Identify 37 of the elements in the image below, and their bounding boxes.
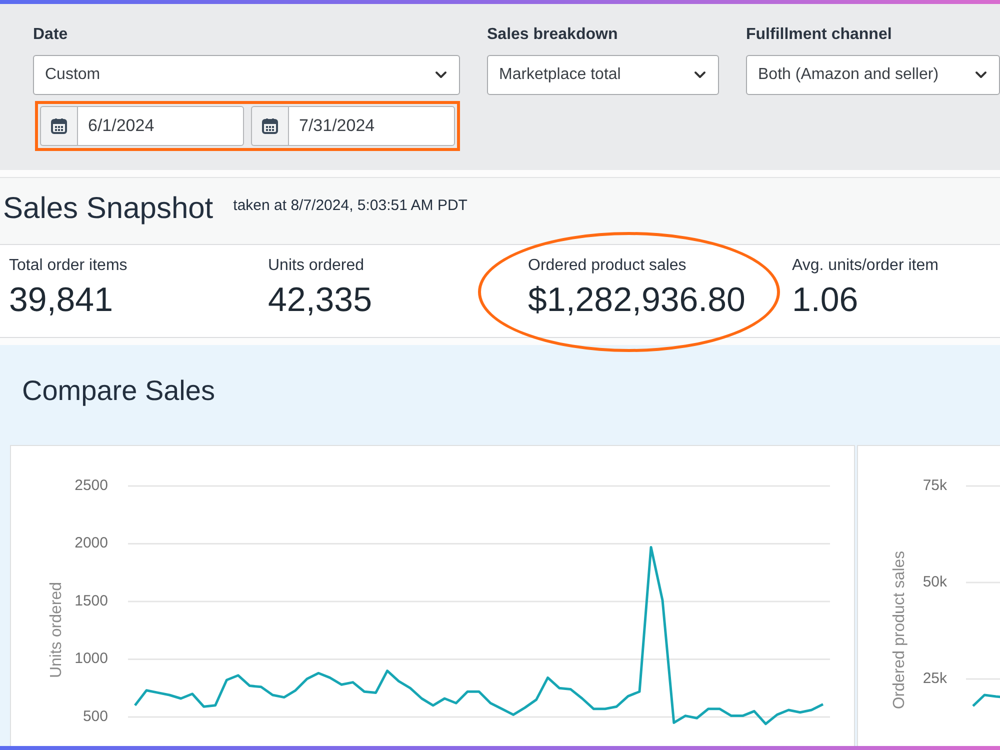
chevron-icon [975,71,987,79]
date-input[interactable]: 7/31/2024 [288,106,455,146]
metric-label: Ordered product sales [528,256,686,276]
calendar-button[interactable] [251,106,288,146]
metric-label: Avg. units/order item [792,256,938,276]
metric-value: 1.06 [792,280,858,320]
chevron-icon [694,71,706,79]
metric-label: Units ordered [268,256,364,276]
axis-tick-label: 2000 [74,534,108,552]
filter-dropdown[interactable]: Custom [33,55,460,95]
filter-label: Date [33,25,68,45]
filter-dropdown[interactable]: Marketplace total [487,55,719,95]
snapshot-timestamp: taken at 8/7/2024, 5:03:51 AM PDT [233,196,468,214]
calendar-icon [262,118,278,134]
section-title: Compare Sales [22,375,215,407]
section-title: Sales Snapshot [3,192,214,226]
metric-value: 39,841 [9,280,113,320]
axis-title: Ordered product sales [891,550,908,710]
calendar-icon [51,118,67,134]
axis-tick-label: 50k [922,573,947,590]
axis-tick-label: 500 [82,708,108,725]
axis-tick-label: 1000 [74,650,108,668]
calendar-button[interactable] [40,106,77,146]
metric-value: $1,282,936.80 [528,280,746,320]
trend-line [972,694,1000,707]
date-input[interactable]: 6/1/2024 [77,106,244,146]
metric-label: Total order items [9,256,128,276]
axis-tick-label: 2500 [74,476,108,494]
axis-tick-label: 75k [922,476,947,494]
filter-label: Sales breakdown [487,25,618,45]
filter-label: Fulfillment channel [746,25,892,45]
filter-dropdown[interactable]: Both (Amazon and seller) [746,55,1000,95]
axis-title: Units ordered [48,582,66,678]
chevron-icon [435,71,447,79]
axis-tick-label: 1500 [74,592,108,610]
metric-value: 42,335 [268,280,372,320]
axis-tick-label: 25k [922,670,947,687]
